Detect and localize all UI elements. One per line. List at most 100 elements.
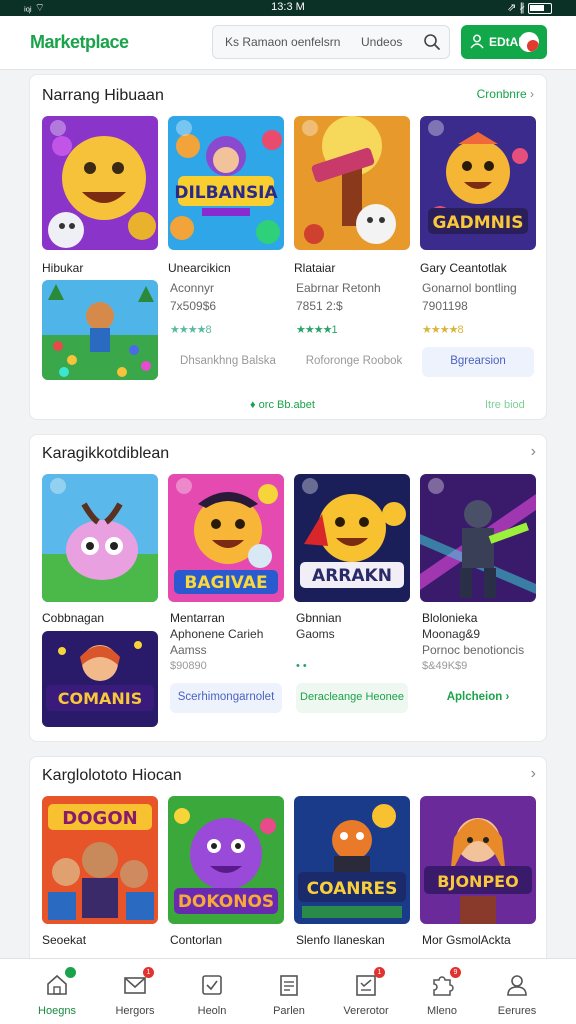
svg-text:COANRES: COANRES (307, 879, 398, 899)
game-tile[interactable] (42, 116, 158, 250)
game-tile[interactable]: COANRES (294, 796, 410, 924)
battery-icon (528, 2, 552, 14)
game-subtitle: Moonag&9 (422, 627, 481, 641)
svg-text:BJONPEO: BJONPEO (437, 872, 518, 891)
section-title: Karagikkotdiblean (42, 445, 170, 462)
coanres-logo-art: COANRES (294, 796, 410, 924)
nav-item-home[interactable]: Hoegns (16, 959, 98, 1024)
nav-item-profile[interactable]: Eerures (476, 959, 558, 1024)
brand-logo[interactable]: Marketplace (30, 32, 129, 53)
section-title: Narrang Hibuaan (42, 87, 164, 104)
game-meta: 7901198 (422, 299, 468, 313)
game-title[interactable]: Seoekat (42, 933, 86, 947)
game-title[interactable]: Cobbnagan (42, 611, 104, 625)
person-icon (503, 971, 531, 999)
status-time: 13:3 M (271, 1, 305, 13)
search-scope[interactable]: Undeos (361, 35, 402, 49)
chevron-right-icon[interactable]: › (531, 443, 536, 461)
chip-button[interactable]: Aplcheion › (422, 683, 534, 713)
game-meta: Pornoc benotioncis (422, 643, 525, 657)
footer-link[interactable]: ♦ orc Bb.abet (250, 399, 315, 411)
nav-badge: 1 (374, 967, 385, 978)
see-all-link[interactable]: Cronbnre › (477, 87, 534, 101)
dokonos-purple-art: DOKONOS (168, 796, 284, 924)
rating-stars: ★★★★8 (422, 324, 464, 336)
game-tile[interactable] (42, 474, 158, 602)
game-tile[interactable]: DILBANSIA (168, 116, 284, 250)
game-subtitle: Aconnyr (170, 281, 215, 295)
game-title[interactable]: Blolonieka (422, 611, 477, 625)
game-title[interactable]: Hibukar (42, 261, 83, 275)
game-title[interactable]: Gbnnian (296, 611, 341, 625)
rating-stars: ★★★★8 (170, 324, 212, 336)
nav-item-tasks[interactable]: 1 Vererotor (325, 959, 407, 1024)
game-title[interactable]: Gary Ceantotlak (420, 261, 507, 275)
game-title[interactable]: Slenfo Ilaneskan (296, 933, 385, 947)
bjonpeo-heroine-art: BJONPEO (420, 796, 536, 924)
calendar-icon (198, 971, 226, 999)
neon-knight-art (420, 474, 536, 602)
nav-badge (65, 967, 76, 978)
dogon-crew-art: DOGON (42, 796, 158, 924)
game-tile[interactable]: COMANIS (42, 631, 158, 727)
chip-button[interactable]: Roforonge Roobok (296, 347, 412, 377)
nav-item-notes[interactable]: Parlen (248, 959, 330, 1024)
game-tile[interactable] (420, 474, 536, 602)
dilbansia-logo-art: DILBANSIA (168, 116, 284, 250)
pink-critter-art (42, 474, 158, 602)
section-card-2: Karagikkotdiblean › BAGIVAE ARRAKN Cobbn… (29, 434, 547, 742)
game-title[interactable]: Mentarran (170, 611, 225, 625)
game-tile[interactable]: ARRAKN (294, 474, 410, 602)
smiley-yellow-art (42, 116, 158, 250)
game-tile[interactable] (294, 116, 410, 250)
game-meta: 7851 2:$ (296, 299, 343, 313)
svg-text:DOKONOS: DOKONOS (178, 892, 274, 912)
game-subtitle: Gonarnol bontling (422, 281, 517, 295)
game-title[interactable]: Contorlan (170, 933, 222, 947)
comanis-logo-art: COMANIS (42, 631, 158, 727)
chevron-right-icon[interactable]: › (531, 765, 536, 783)
see-all-label: Cronbnre (476, 87, 527, 101)
nav-label: Parlen (273, 1005, 305, 1017)
section-card-1: Narrang Hibuaan Cronbnre › DILBANSIA GAD… (29, 74, 547, 420)
game-title[interactable]: Rlataiar (294, 261, 335, 275)
search-placeholder: Ks Ramaon oenfelsrn (225, 35, 341, 49)
user-icon (469, 33, 485, 52)
nav-item-games[interactable]: 9 Mleno (401, 959, 483, 1024)
nav-item-messages[interactable]: 1 Hergors (94, 959, 176, 1024)
game-tile[interactable]: DOKONOS (168, 796, 284, 924)
rating-dots: • • (296, 660, 307, 672)
status-right-icons: ⇗ ∦ (507, 1, 552, 14)
chip-button[interactable]: Deracleange Heonee (296, 683, 408, 713)
nav-label: Eerures (497, 1005, 537, 1017)
game-meta: 7x509$6 (170, 299, 217, 313)
game-title[interactable]: Unearcikicn (168, 261, 231, 275)
game-title[interactable]: Mor GsmolAckta (422, 933, 511, 947)
section-title: Karglolototo Hiocan (42, 767, 182, 784)
chip-button[interactable]: Scerhimongarnolet (170, 683, 282, 713)
svg-text:DOGON: DOGON (62, 808, 137, 829)
arrakn-logo-art: ARRAKN (294, 474, 410, 602)
app-header: Marketplace Ks Ramaon oenfelsrn Undeos E… (0, 16, 576, 70)
game-price: $90890 (170, 660, 207, 672)
chip-button[interactable]: Bgrearsion (422, 347, 534, 377)
notepad-icon (275, 971, 303, 999)
account-button[interactable]: EDtAN (461, 25, 547, 59)
game-tile[interactable]: BAGIVAE (168, 474, 284, 602)
game-tile[interactable] (42, 280, 158, 380)
game-tile[interactable]: GADMNIS (420, 116, 536, 250)
chip-button[interactable]: Dhsankhng Balska (170, 347, 286, 377)
svg-text:ARRAKN: ARRAKN (312, 566, 392, 586)
footer-link[interactable]: Itre biod (485, 399, 525, 411)
game-tile[interactable]: DOGON (42, 796, 158, 924)
nav-item-calendar[interactable]: Heoln (171, 959, 253, 1024)
nav-label: Vererotor (343, 1005, 389, 1017)
game-tile[interactable]: BJONPEO (420, 796, 536, 924)
nav-label: Hergors (115, 1005, 155, 1017)
search-input[interactable]: Ks Ramaon oenfelsrn Undeos (212, 25, 450, 59)
avatar (519, 32, 539, 52)
rating-stars: ★★★★1 (296, 324, 338, 336)
game-subtitle: Gaoms (296, 627, 335, 641)
search-icon[interactable] (423, 33, 441, 56)
svg-text:BAGIVAE: BAGIVAE (184, 573, 267, 593)
